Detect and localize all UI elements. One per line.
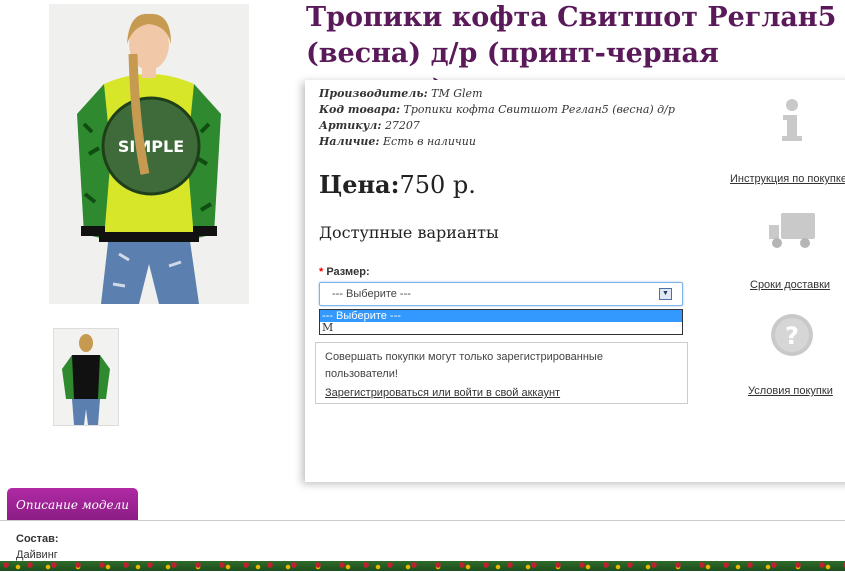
size-select-value: --- Выберите --- xyxy=(332,288,411,300)
product-specs: Производитель: ТМ Glem Код товара: Тропи… xyxy=(319,86,675,150)
decorative-garland xyxy=(0,561,845,571)
spec-manufacturer: Производитель: ТМ Glem xyxy=(319,87,483,100)
chevron-down-icon[interactable]: ▼ xyxy=(659,288,672,300)
size-dropdown-list[interactable]: --- Выберите --- M xyxy=(319,309,683,335)
login-notice: Совершать покупки могут только зарегистр… xyxy=(315,342,688,404)
svg-text:?: ? xyxy=(785,322,799,350)
spec-article: Артикул: 27207 xyxy=(319,119,420,132)
truck-icon[interactable] xyxy=(767,205,817,255)
price-label: Цена: xyxy=(319,170,400,199)
tab-model-description[interactable]: Описание модели xyxy=(7,488,138,521)
price-value: 750 р. xyxy=(399,171,476,199)
size-option[interactable]: --- Выберите --- xyxy=(320,310,682,322)
composition-value: Дайвинг xyxy=(16,549,58,561)
product-price: Цена:750 р. xyxy=(319,170,476,199)
composition-label: Состав: xyxy=(16,533,59,545)
info-icon[interactable] xyxy=(767,95,817,145)
print-text: SIMPLE xyxy=(118,137,184,156)
size-option[interactable]: M xyxy=(320,322,682,334)
thumbnail-photo xyxy=(54,329,118,425)
purchase-instructions-link[interactable]: Инструкция по покупке xyxy=(730,173,845,185)
product-main-image[interactable]: SIMPLE xyxy=(49,4,249,304)
purchase-terms-link[interactable]: Условия покупки xyxy=(748,385,833,397)
spec-availability: Наличие: Есть в наличии xyxy=(319,135,476,148)
tab-label: Описание модели xyxy=(16,497,129,512)
question-icon[interactable]: ? xyxy=(767,310,817,360)
size-select[interactable]: --- Выберите --- ▼ xyxy=(319,282,683,306)
product-thumbnail[interactable] xyxy=(53,328,119,426)
spec-product-code: Код товара: Тропики кофта Свитшот Реглан… xyxy=(319,103,675,116)
register-login-link[interactable]: Зарегистрироваться или войти в свой акка… xyxy=(325,385,678,402)
required-marker: * xyxy=(319,266,324,278)
product-photo: SIMPLE xyxy=(49,4,249,304)
variants-heading: Доступные варианты xyxy=(319,223,499,242)
delivery-terms-link[interactable]: Сроки доставки xyxy=(750,279,830,291)
notice-text: Совершать покупки могут только зарегистр… xyxy=(325,351,603,380)
size-label: * Размер: xyxy=(319,266,370,278)
